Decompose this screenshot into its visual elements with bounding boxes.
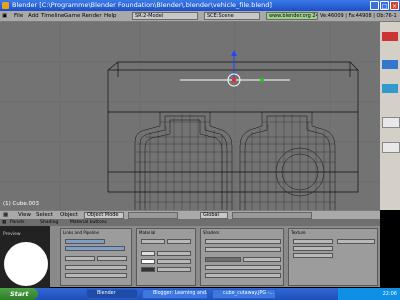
texture-channel-1[interactable]	[293, 239, 333, 244]
screen-selector[interactable]: SR:2-Model	[132, 12, 198, 20]
3d-viewport[interactable]	[0, 22, 380, 210]
hard-slider[interactable]	[205, 265, 281, 270]
buttons-type-icon[interactable]: ▦	[2, 219, 6, 226]
start-button[interactable]: Start	[0, 288, 38, 300]
menu-game[interactable]: Game	[64, 11, 80, 21]
texture-channel-3[interactable]	[293, 253, 333, 258]
color-swatch-mir[interactable]	[141, 267, 155, 272]
link-to-object-button[interactable]	[65, 239, 105, 244]
texture-panel: Texture	[288, 228, 378, 286]
ztransp-toggle[interactable]	[97, 256, 127, 261]
panels-menu[interactable]: Panels	[10, 219, 24, 226]
color-swatch-spe[interactable]	[141, 259, 155, 264]
taskbar-item-image[interactable]: cube_cutaway.JPG -...	[212, 289, 276, 299]
strip-box-2[interactable]	[382, 142, 400, 153]
draw-type-buttons[interactable]	[128, 212, 178, 219]
add-new-texture-button[interactable]	[337, 239, 375, 244]
menu-help[interactable]: Help	[104, 11, 117, 21]
strip-box[interactable]	[382, 117, 400, 128]
material-preview-sphere	[4, 242, 48, 286]
material-buttons-tab[interactable]: Material buttons	[70, 219, 107, 226]
shaders-panel-title: Shaders	[203, 230, 220, 235]
b-slider[interactable]	[157, 267, 191, 272]
windows-taskbar: Start Blender Blogger: Learning and... c…	[0, 288, 400, 300]
pivot-selector[interactable]: Global	[200, 212, 228, 219]
halo-toggle[interactable]	[65, 256, 95, 261]
menu-render[interactable]: Render	[82, 11, 102, 21]
layer-buttons[interactable]	[232, 212, 312, 219]
vcol-light-toggle[interactable]	[141, 239, 165, 244]
shaders-panel: Shaders	[200, 228, 284, 286]
material-name-field[interactable]	[65, 246, 125, 251]
menu-add[interactable]: Add	[28, 11, 39, 21]
taskbar-item-blogger[interactable]: Blogger: Learning and...	[142, 289, 208, 299]
scene-stats: Ve:46009 | Fa:44908 | Ob:76-1	[320, 13, 397, 19]
links-panel-title: Links and Pipeline	[63, 230, 99, 235]
color-swatch-col[interactable]	[141, 251, 155, 256]
close-button[interactable]: ×	[390, 1, 399, 10]
minimize-button[interactable]: _	[370, 1, 379, 10]
system-tray: 22:06	[338, 288, 400, 300]
buttons-header: ▦ Panels Shading Material buttons	[0, 219, 380, 226]
r-slider[interactable]	[157, 251, 191, 256]
strip-icon-blue-2[interactable]	[382, 84, 398, 93]
translucency-slider[interactable]	[205, 273, 281, 278]
taskbar-item-blender[interactable]: Blender	[86, 289, 138, 299]
wireframe-model	[0, 22, 380, 210]
blender-app-icon	[2, 2, 9, 9]
mode-selector[interactable]: Object Mode	[84, 212, 124, 219]
preview-label: Preview	[3, 232, 21, 237]
scene-selector[interactable]: SCE:Scene	[204, 12, 260, 20]
menu-file[interactable]: File	[14, 11, 23, 21]
window-title: Blender [C:\Programme\Blender Foundation…	[12, 1, 272, 9]
blender-menubar: ▣ File Add Timeline Game Render Help SR:…	[0, 11, 400, 22]
texture-channel-2[interactable]	[293, 246, 333, 251]
menu-timeline[interactable]: Timeline	[41, 11, 64, 21]
shadow-options-button[interactable]	[65, 273, 127, 278]
maximize-button[interactable]: □	[380, 1, 389, 10]
links-panel: Links and Pipeline	[60, 228, 132, 286]
texture-panel-title: Texture	[291, 230, 306, 235]
strip-icon-blue[interactable]	[382, 60, 398, 69]
spec-slider[interactable]	[243, 257, 281, 262]
side-strip	[380, 22, 400, 210]
strip-icon-red[interactable]	[382, 32, 398, 41]
render-pipeline-button[interactable]	[65, 265, 127, 270]
specular-shader-select[interactable]	[205, 247, 281, 252]
active-object-label: (1) Cube.003	[3, 201, 39, 207]
title-bar: Blender [C:\Programme\Blender Foundation…	[0, 0, 400, 11]
vcol-paint-toggle[interactable]	[167, 239, 191, 244]
ref-slider[interactable]	[205, 257, 241, 262]
material-panel: Material	[136, 228, 196, 286]
diffuse-shader-select[interactable]	[205, 239, 281, 244]
blender-url: www.blender.org 244	[266, 12, 318, 20]
shading-tab[interactable]: Shading	[40, 219, 58, 226]
material-panel-title: Material	[139, 230, 156, 235]
tray-clock: 22:06	[382, 291, 397, 297]
g-slider[interactable]	[157, 259, 191, 264]
blender-logo-icon: ▣	[2, 13, 8, 19]
